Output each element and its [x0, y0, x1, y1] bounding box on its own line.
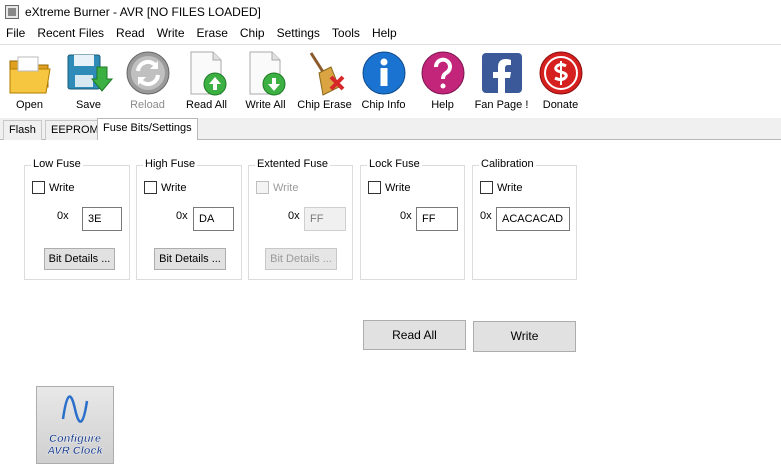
save-label: Save: [75, 99, 102, 111]
write-label: Write: [49, 181, 75, 194]
checkbox-box[interactable]: [32, 181, 45, 194]
extended-fuse-write-checkbox[interactable]: Write: [256, 181, 298, 194]
menu-help[interactable]: Help: [366, 23, 403, 43]
tab-fuse-bits-settings[interactable]: Fuse Bits/Settings: [97, 118, 198, 140]
chip-erase-button[interactable]: Chip Erase: [295, 45, 354, 117]
calibration-value-input[interactable]: ACACACAD: [496, 207, 570, 231]
low-fuse-bit-details-button[interactable]: Bit Details ...: [44, 248, 115, 270]
menu-settings[interactable]: Settings: [271, 23, 326, 43]
window-title: eXtreme Burner - AVR [NO FILES LOADED]: [25, 4, 261, 19]
help-label: Help: [431, 99, 454, 111]
menu-file[interactable]: File: [0, 23, 31, 43]
menu-recent-files[interactable]: Recent Files: [31, 23, 110, 43]
fan-page-label: Fan Page !: [474, 99, 529, 111]
write-label: Write: [497, 181, 523, 194]
tab-eeprom[interactable]: EEPROM: [45, 120, 105, 140]
info-icon: [360, 49, 408, 97]
checkbox-box[interactable]: [368, 181, 381, 194]
calibration-write-checkbox[interactable]: Write: [480, 181, 522, 194]
lock-fuse-title: Lock Fuse: [367, 158, 422, 170]
reload-button[interactable]: Reload: [118, 45, 177, 117]
chip-info-label: Chip Info: [361, 99, 406, 111]
tab-flash[interactable]: Flash: [3, 120, 42, 140]
hex-prefix: 0x: [480, 210, 492, 222]
donate-label: Donate: [542, 99, 579, 111]
write-label: Write: [385, 181, 411, 194]
title-bar: eXtreme Burner - AVR [NO FILES LOADED]: [0, 0, 781, 23]
hex-prefix: 0x: [288, 210, 300, 222]
folder-icon: [6, 49, 54, 97]
help-button[interactable]: Help: [413, 45, 472, 117]
read-all-icon: [183, 49, 231, 97]
help-icon: [419, 49, 467, 97]
read-all-label: Read All: [186, 99, 227, 111]
extended-fuse-value-input[interactable]: FF: [304, 207, 346, 231]
fan-page-button[interactable]: Fan Page !: [472, 45, 531, 117]
low-fuse-value-input[interactable]: 3E: [82, 207, 122, 231]
open-label: Open: [16, 99, 43, 111]
clock-button-line1: Configure: [49, 433, 101, 445]
menu-write[interactable]: Write: [151, 23, 191, 43]
lock-fuse-group: Lock Fuse Write 0x FF: [360, 158, 465, 280]
reload-icon: [124, 49, 172, 97]
high-fuse-bit-details-button[interactable]: Bit Details ...: [154, 248, 226, 270]
configure-avr-clock-button[interactable]: Configure AVR Clock: [36, 386, 114, 464]
calibration-group: Calibration Write 0x ACACACAD: [472, 158, 577, 280]
clock-wave-icon: Configure AVR Clock: [46, 395, 104, 457]
high-fuse-group: High Fuse Write 0x DA Bit Details ...: [136, 158, 242, 280]
dollar-icon: [537, 49, 585, 97]
reload-label: Reload: [130, 99, 165, 111]
donate-button[interactable]: Donate: [531, 45, 590, 117]
write-label: Write: [273, 181, 299, 194]
high-fuse-write-checkbox[interactable]: Write: [144, 181, 186, 194]
hex-prefix: 0x: [400, 210, 412, 222]
chip-info-button[interactable]: Chip Info: [354, 45, 413, 117]
checkbox-box[interactable]: [256, 181, 269, 194]
extended-fuse-group: Extented Fuse Write 0x FF Bit Details ..…: [248, 158, 353, 280]
menu-chip[interactable]: Chip: [234, 23, 271, 43]
calibration-title: Calibration: [479, 158, 536, 170]
broom-icon: [301, 49, 349, 97]
lock-fuse-value-input[interactable]: FF: [416, 207, 458, 231]
chip-erase-label: Chip Erase: [297, 99, 352, 111]
write-all-button[interactable]: Write All: [236, 45, 295, 117]
save-button[interactable]: Save: [59, 45, 118, 117]
facebook-icon: [478, 49, 526, 97]
menu-tools[interactable]: Tools: [326, 23, 366, 43]
checkbox-box[interactable]: [480, 181, 493, 194]
write-all-icon: [242, 49, 290, 97]
save-icon: [65, 49, 113, 97]
hex-prefix: 0x: [57, 210, 69, 222]
fuse-bits-panel: Low Fuse Write 0x 3E Bit Details ... Hig…: [0, 140, 781, 472]
tab-bar: Flash EEPROM Fuse Bits/Settings: [0, 118, 781, 140]
checkbox-box[interactable]: [144, 181, 157, 194]
low-fuse-group: Low Fuse Write 0x 3E Bit Details ...: [24, 158, 130, 280]
write-label: Write: [161, 181, 187, 194]
high-fuse-value-input[interactable]: DA: [193, 207, 234, 231]
extended-fuse-bit-details-button[interactable]: Bit Details ...: [265, 248, 337, 270]
read-all-button[interactable]: Read All: [363, 320, 466, 350]
low-fuse-title: Low Fuse: [31, 158, 83, 170]
low-fuse-write-checkbox[interactable]: Write: [32, 181, 74, 194]
menu-bar: File Recent Files Read Write Erase Chip …: [0, 23, 781, 43]
write-all-label: Write All: [245, 99, 286, 111]
write-button[interactable]: Write: [473, 321, 576, 352]
menu-erase[interactable]: Erase: [191, 23, 234, 43]
lock-fuse-write-checkbox[interactable]: Write: [368, 181, 410, 194]
read-all-button[interactable]: Read All: [177, 45, 236, 117]
clock-button-line2: AVR Clock: [46, 445, 103, 457]
open-button[interactable]: Open: [0, 45, 59, 117]
hex-prefix: 0x: [176, 210, 188, 222]
high-fuse-title: High Fuse: [143, 158, 198, 170]
extended-fuse-title: Extented Fuse: [255, 158, 330, 170]
app-icon: [5, 4, 19, 19]
menu-read[interactable]: Read: [110, 23, 151, 43]
toolbar: Open Save Reload Read All Write All Chip…: [0, 44, 781, 116]
